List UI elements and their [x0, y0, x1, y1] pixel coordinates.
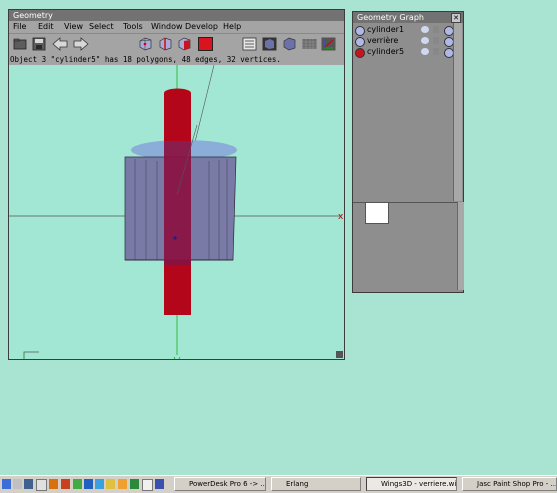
menu-edit[interactable]: Edit	[38, 21, 54, 33]
menu-window[interactable]: Window	[151, 21, 183, 33]
open-file-icon[interactable]	[13, 37, 28, 51]
white-swatch	[365, 202, 389, 224]
geometry-graph-window: Geometry Graph ✕ cylinder1 verrière cyli…	[352, 11, 464, 293]
eye-icon[interactable]	[421, 26, 429, 33]
quicklaunch-icon[interactable]	[95, 479, 104, 489]
geometry-graph-title[interactable]: Geometry Graph	[353, 12, 463, 23]
list-item-label: verrière	[367, 36, 399, 45]
taskbar: PowerDesk Pro 6 -> ... Erlang Wings3D - …	[0, 475, 557, 493]
vertex-select-icon[interactable]	[138, 37, 153, 51]
quicklaunch-icon[interactable]	[24, 479, 33, 489]
side-scrollbar[interactable]	[457, 202, 464, 290]
list-item-label: cylinder1	[367, 25, 405, 34]
wireframe-view-icon[interactable]	[242, 37, 257, 51]
lock-icon[interactable]	[433, 26, 439, 33]
object-center-dot	[173, 236, 177, 240]
mini-axes	[23, 351, 39, 359]
scene: x	[9, 65, 344, 359]
graph-list: cylinder1 verrière cylinder5	[353, 23, 454, 203]
toolbar	[9, 34, 344, 55]
menu-file[interactable]: File	[13, 21, 26, 33]
eye-icon[interactable]	[421, 37, 429, 44]
quicklaunch-icon[interactable]	[130, 479, 139, 489]
face-select-icon[interactable]	[177, 37, 192, 51]
list-item[interactable]: cylinder1	[355, 25, 459, 36]
quicklaunch-icon[interactable]	[106, 479, 115, 489]
object-icon	[355, 26, 365, 36]
quicklaunch-icon[interactable]	[36, 479, 47, 491]
eye-icon[interactable]	[421, 48, 429, 55]
lock-icon[interactable]	[433, 37, 439, 44]
flat-view-icon[interactable]	[282, 37, 297, 51]
lock-icon[interactable]	[433, 48, 439, 55]
redo-arrow-icon[interactable]	[72, 37, 89, 51]
smooth-view-icon[interactable]	[262, 37, 277, 51]
quicklaunch-icon[interactable]	[118, 479, 127, 489]
geometry-window: Geometry File Edit View Select Tools Win…	[8, 9, 345, 360]
geometry-window-title[interactable]: Geometry	[9, 10, 344, 21]
quicklaunch-icon[interactable]	[2, 479, 11, 489]
selected-object-icon	[355, 48, 365, 58]
save-icon[interactable]	[32, 37, 47, 51]
list-item[interactable]: verrière	[355, 36, 459, 47]
undo-arrow-icon[interactable]	[52, 37, 68, 51]
axes-icon[interactable]	[321, 37, 336, 51]
task-paintshop[interactable]: Jasc Paint Shop Pro - ...	[462, 477, 557, 491]
cylinder5-front-lower	[164, 265, 191, 315]
object-select-icon[interactable]	[198, 37, 213, 51]
x-axis-label: x	[338, 212, 344, 222]
list-item-label: cylinder5	[367, 47, 405, 56]
menu-view[interactable]: View	[64, 21, 83, 33]
task-wings3d[interactable]: Wings3D - verriere.wi...	[366, 477, 457, 491]
menu-bar: File Edit View Select Tools Window Devel…	[9, 21, 344, 34]
quicklaunch-icon[interactable]	[13, 479, 22, 489]
graph-scrollbar[interactable]	[453, 23, 462, 201]
menu-select[interactable]: Select	[89, 21, 114, 33]
quicklaunch-icon[interactable]	[61, 479, 70, 489]
menu-help[interactable]: Help	[223, 21, 241, 33]
edge-select-icon[interactable]	[158, 37, 173, 51]
task-erlang[interactable]: Erlang	[271, 477, 361, 491]
quicklaunch-icon[interactable]	[73, 479, 82, 489]
status-bar: Object 3 "cylinder5" has 18 polygons, 48…	[9, 55, 344, 65]
menu-develop[interactable]: Develop	[185, 21, 218, 33]
quicklaunch-icon[interactable]	[49, 479, 58, 489]
object-icon	[355, 37, 365, 47]
cylinder5-inside-disc	[164, 139, 191, 265]
cylinder5-front-upper	[164, 93, 191, 141]
resize-handle[interactable]	[336, 351, 343, 358]
quicklaunch-icon[interactable]	[84, 479, 93, 489]
list-item[interactable]: cylinder5	[355, 47, 459, 58]
y-axis-arrow	[173, 356, 181, 359]
menu-tools[interactable]: Tools	[123, 21, 143, 33]
quicklaunch-icon[interactable]	[142, 479, 153, 491]
quicklaunch-icon[interactable]	[155, 479, 164, 489]
close-icon[interactable]: ✕	[451, 13, 461, 23]
task-powerdesk[interactable]: PowerDesk Pro 6 -> ...	[174, 477, 266, 491]
groundplane-icon[interactable]	[302, 37, 317, 51]
3d-viewport[interactable]: x	[9, 65, 344, 359]
